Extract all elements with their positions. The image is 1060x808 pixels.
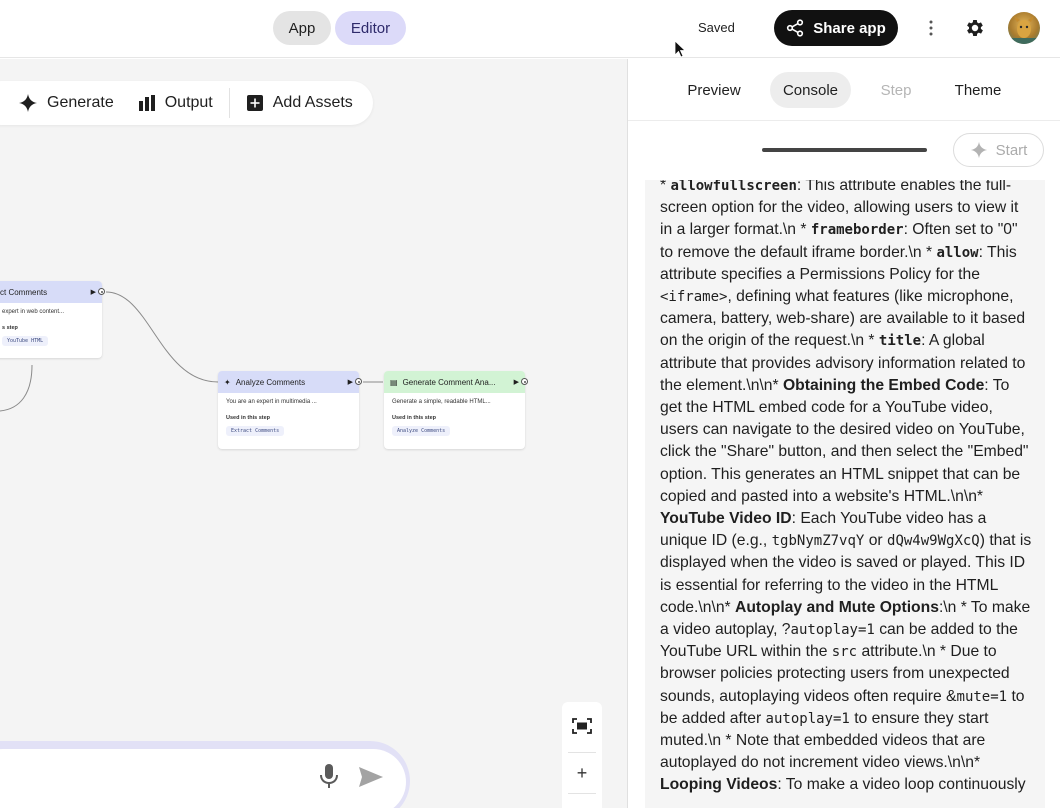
node-input-chip: Extract Comments	[226, 425, 285, 437]
editor-canvas[interactable]: Generate Output Add Assets ct Comments ▶…	[0, 59, 627, 808]
console-output[interactable]: * allowfullscreen: This attribute enable…	[645, 180, 1045, 808]
output-port[interactable]	[98, 288, 105, 295]
prompt-input[interactable]	[0, 749, 406, 808]
log-segment: : To make a video loop continuously	[777, 776, 1026, 794]
fit-screen-icon[interactable]	[562, 706, 602, 746]
log-segment: src	[831, 644, 858, 661]
analyze-comments-node[interactable]: ✦ Analyze Comments ▶ You are an expert i…	[218, 371, 359, 449]
node-header: ct Comments ▶	[0, 281, 102, 303]
node-header: ▤ Generate Comment Ana... ▶	[384, 371, 525, 393]
web-icon: ▤	[390, 377, 398, 387]
log-segment: tgbNymZ7vqY	[771, 533, 865, 550]
start-button[interactable]: Start	[953, 133, 1044, 167]
node-body: You are an expert in multimedia ... Used…	[218, 393, 359, 442]
log-segment: Obtaining the Embed Code	[782, 376, 985, 394]
more-options-icon[interactable]	[922, 15, 940, 41]
log-segment: Looping Videos	[660, 776, 778, 794]
log-segment: dQw4w9WgXcQ	[887, 533, 980, 550]
output-port[interactable]	[521, 378, 528, 385]
node-title: Generate Comment Ana...	[402, 377, 496, 387]
log-segment: or	[864, 532, 888, 550]
node-used-label: s step	[2, 324, 18, 331]
avatar[interactable]	[1008, 12, 1040, 44]
side-panel: Preview Console Step Theme Start * allow…	[628, 59, 1060, 808]
zoom-controls: + −	[562, 702, 602, 808]
share-app-label: Share app	[813, 19, 886, 37]
node-used-label: Used in this step	[226, 414, 271, 421]
panel-tabs: Preview Console Step Theme	[628, 59, 1060, 121]
node-header: ✦ Analyze Comments ▶	[218, 371, 359, 393]
log-segment: title	[878, 333, 922, 350]
microphone-icon[interactable]	[318, 763, 340, 789]
play-icon[interactable]: ▶	[514, 378, 519, 386]
node-body: Generate a simple, readable HTML... Used…	[384, 393, 525, 442]
log-segment: autoplay=1	[790, 622, 875, 639]
share-icon	[787, 19, 804, 37]
gear-icon[interactable]	[962, 15, 988, 41]
sparkle-icon	[970, 141, 987, 159]
node-prompt: Generate a simple, readable HTML...	[392, 399, 491, 405]
node-body: expert in web content... s step YouTube …	[0, 303, 102, 352]
app-mode-button[interactable]: App	[273, 11, 331, 45]
node-title: ct Comments	[0, 287, 48, 297]
log-segment: *	[660, 180, 671, 194]
start-label: Start	[995, 141, 1028, 159]
node-input-chip: YouTube HTML	[2, 335, 49, 347]
share-app-button[interactable]: Share app	[774, 10, 898, 46]
log-segment: autoplay=1	[765, 710, 850, 727]
node-prompt: You are an expert in multimedia ...	[226, 399, 317, 405]
sparkle-icon: ✦	[224, 377, 231, 387]
log-segment: Autoplay and Mute Options	[735, 598, 939, 616]
console-log-text: * allowfullscreen: This attribute enable…	[660, 180, 1032, 797]
run-progress-bar	[762, 148, 927, 152]
play-icon[interactable]: ▶	[91, 288, 96, 296]
top-bar: App Editor Saved Share app	[0, 0, 1060, 58]
output-port[interactable]	[355, 378, 362, 385]
zoom-out-button[interactable]: −	[562, 793, 602, 808]
tab-preview[interactable]: Preview	[672, 72, 756, 108]
log-segment: mute=1	[956, 688, 1008, 705]
generate-comment-node[interactable]: ▤ Generate Comment Ana... ▶ Generate a s…	[384, 371, 525, 449]
tab-console[interactable]: Console	[770, 72, 851, 108]
node-title: Analyze Comments	[235, 377, 306, 387]
log-segment: allow	[936, 244, 979, 261]
save-status: Saved	[698, 20, 735, 35]
node-prompt: expert in web content...	[2, 309, 65, 315]
editor-mode-button[interactable]: Editor	[335, 11, 406, 45]
mouse-cursor-icon	[674, 40, 686, 58]
extract-comments-node[interactable]: ct Comments ▶ expert in web content... s…	[0, 281, 102, 358]
log-segment: <iframe>	[660, 289, 728, 306]
tab-step[interactable]: Step	[866, 72, 926, 108]
log-segment: : To get the HTML embed code for a YouTu…	[660, 376, 1029, 505]
tab-theme[interactable]: Theme	[940, 72, 1016, 108]
node-used-label: Used in this step	[392, 414, 437, 421]
log-segment: allowfullscreen	[670, 180, 797, 194]
log-segment: YouTube Video ID	[660, 510, 792, 528]
log-segment: frameborder	[810, 222, 904, 239]
play-icon[interactable]: ▶	[348, 378, 353, 386]
send-icon[interactable]	[358, 766, 384, 788]
node-input-chip: Analyze Comments	[392, 425, 451, 437]
zoom-in-button[interactable]: +	[562, 753, 602, 793]
